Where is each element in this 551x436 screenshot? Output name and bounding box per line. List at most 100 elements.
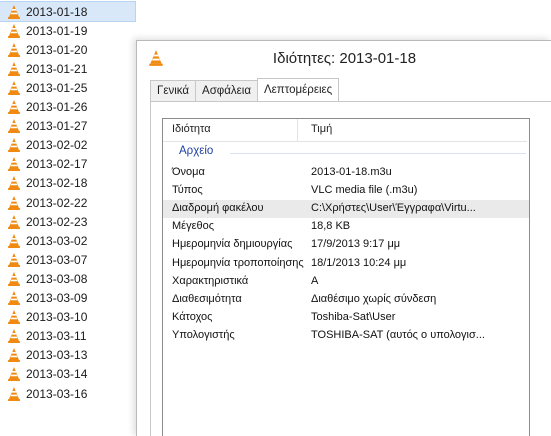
property-name: Διαθεσιμότητα xyxy=(172,292,242,305)
file-list-item[interactable]: 2013-01-19 xyxy=(0,21,135,40)
file-name: 2013-01-20 xyxy=(26,42,88,57)
file-list-item[interactable]: 2013-02-17 xyxy=(0,155,135,174)
file-name: 2013-03-10 xyxy=(26,310,88,325)
properties-list[interactable]: Ιδιότητα Τιμή Αρχείο Όνομα 2013-01-18.m3u… xyxy=(162,118,530,436)
column-header-property[interactable]: Ιδιότητα xyxy=(172,123,211,135)
property-value: C:\Χρήστες\User\Έγγραφα\Virtu... xyxy=(311,202,476,215)
property-row[interactable]: Διαθεσιμότητα Διαθέσιμο χωρίς σύνδεση xyxy=(163,291,529,309)
file-list-item[interactable]: 2013-03-09 xyxy=(0,289,135,308)
property-value: 2013-01-18.m3u xyxy=(311,166,392,178)
file-list-item[interactable]: 2013-01-21 xyxy=(0,59,135,78)
property-name: Μέγεθος xyxy=(172,220,215,233)
file-list-item[interactable]: 2013-03-02 xyxy=(0,231,135,250)
property-value: VLC media file (.m3u) xyxy=(311,184,418,197)
vlc-cone-icon xyxy=(8,157,20,172)
tab-security[interactable]: Ασφάλεια xyxy=(195,80,258,101)
property-row[interactable]: Ημερομηνία τροποποίησης 18/1/2013 10:24 μ… xyxy=(163,255,529,273)
vlc-cone-icon xyxy=(8,310,20,325)
file-name: 2013-02-17 xyxy=(26,157,88,172)
vlc-cone-icon xyxy=(8,329,20,344)
property-name: Κάτοχος xyxy=(172,310,213,323)
vlc-cone-icon xyxy=(8,386,20,401)
file-list-item[interactable]: 2013-02-23 xyxy=(0,212,135,231)
vlc-cone-icon xyxy=(8,42,20,57)
property-name: Χαρακτηριστικά xyxy=(172,274,249,287)
vlc-cone-icon xyxy=(8,138,20,153)
property-row[interactable]: Χαρακτηριστικά A xyxy=(163,273,529,291)
file-name: 2013-01-26 xyxy=(26,100,88,114)
file-name: 2013-03-14 xyxy=(26,367,88,382)
property-row[interactable]: Μέγεθος 18,8 KB xyxy=(163,218,529,236)
file-list-item[interactable]: 2013-01-20 xyxy=(0,40,135,59)
property-row[interactable]: Όνομα 2013-01-18.m3u xyxy=(163,164,529,182)
vlc-cone-icon xyxy=(8,119,20,134)
column-header-row: Ιδιότητα Τιμή xyxy=(163,119,529,142)
file-list-item[interactable]: 2013-01-26 xyxy=(0,98,135,117)
vlc-cone-icon xyxy=(8,176,20,191)
vlc-cone-icon xyxy=(8,23,20,38)
property-value: 18/1/2013 10:24 μμ xyxy=(311,256,407,269)
file-name: 2013-01-19 xyxy=(26,23,88,38)
vlc-cone-icon xyxy=(8,271,20,286)
file-list-item[interactable]: 2013-01-18 xyxy=(0,1,136,22)
file-list-item[interactable]: 2013-02-02 xyxy=(0,136,135,155)
dialog-title: Ιδιότητες: 2013-01-18 xyxy=(272,50,417,67)
vlc-cone-icon xyxy=(8,252,20,267)
property-name: Ημερομηνία δημιουργίας xyxy=(172,238,293,251)
file-name: 2013-02-22 xyxy=(26,195,88,210)
vlc-cone-icon xyxy=(8,61,20,76)
file-list-item[interactable]: 2013-03-16 xyxy=(0,384,135,403)
property-row[interactable]: Τύπος VLC media file (.m3u) xyxy=(163,182,529,200)
column-separator[interactable] xyxy=(297,119,298,141)
property-value: Toshiba-Sat\User xyxy=(311,310,396,323)
property-row[interactable]: Διαδρομή φακέλου C:\Χρήστες\User\Έγγραφα\… xyxy=(163,200,529,219)
file-list-item[interactable]: 2013-01-27 xyxy=(0,117,135,136)
group-divider xyxy=(230,153,526,154)
file-name: 2013-01-18 xyxy=(26,4,88,19)
property-value: 17/9/2013 9:17 μμ xyxy=(311,238,401,251)
file-name: 2013-01-27 xyxy=(26,119,88,134)
file-name: 2013-03-07 xyxy=(26,252,88,267)
vlc-cone-icon xyxy=(8,4,20,19)
group-label: Αρχείο xyxy=(179,145,214,157)
file-name: 2013-02-02 xyxy=(26,138,88,153)
tab-details[interactable]: Λεπτομέρειες xyxy=(257,78,340,101)
file-name: 2013-02-18 xyxy=(26,176,88,191)
file-list-item[interactable]: 2013-03-08 xyxy=(0,269,135,288)
file-list-item[interactable]: 2013-03-14 xyxy=(0,365,135,384)
screen: 2013-01-18 2013-01-19 2013-01-20 2013-01-21… xyxy=(0,0,551,436)
property-name: Υπολογιστής xyxy=(172,328,235,341)
property-name: Διαδρομή φακέλου xyxy=(172,202,264,215)
file-list-item[interactable]: 2013-01-25 xyxy=(0,78,135,97)
property-name: Τύπος xyxy=(172,184,203,197)
file-name: 2013-03-08 xyxy=(26,271,88,286)
tab-general[interactable]: Γενικά xyxy=(150,80,197,101)
file-name: 2013-03-09 xyxy=(26,291,88,305)
property-row[interactable]: Υπολογιστής TOSHIBA-SAT (αυτός ο υπολογισ… xyxy=(163,327,529,345)
group-header: Αρχείο xyxy=(163,143,529,161)
property-row[interactable]: Κάτοχος Toshiba-Sat\User xyxy=(163,309,529,327)
file-list-item[interactable]: 2013-03-11 xyxy=(0,327,135,346)
file-list-item[interactable]: 2013-03-13 xyxy=(0,346,135,365)
details-panel: Ιδιότητα Τιμή Αρχείο Όνομα 2013-01-18.m3u… xyxy=(150,101,551,436)
vlc-cone-icon xyxy=(8,100,20,114)
dialog-titlebar[interactable]: Ιδιότητες: 2013-01-18 xyxy=(137,41,551,78)
file-list-item[interactable]: 2013-03-10 xyxy=(0,308,135,327)
file-name: 2013-01-25 xyxy=(26,80,88,95)
vlc-cone-icon xyxy=(8,348,20,363)
properties-dialog: Ιδιότητες: 2013-01-18 Γενικά Ασφάλεια Λεπτ… xyxy=(136,40,551,436)
vlc-cone-icon xyxy=(8,214,20,229)
column-header-value[interactable]: Τιμή xyxy=(311,123,332,135)
property-value: TOSHIBA-SAT (αυτός ο υπολογισ... xyxy=(311,328,485,341)
property-name: Όνομα xyxy=(172,166,205,178)
file-list-item[interactable]: 2013-03-07 xyxy=(0,250,135,269)
property-value: Διαθέσιμο χωρίς σύνδεση xyxy=(311,292,437,305)
file-name: 2013-01-21 xyxy=(26,61,88,76)
vlc-cone-icon xyxy=(8,195,20,210)
property-row[interactable]: Ημερομηνία δημιουργίας 17/9/2013 9:17 μμ xyxy=(163,236,529,254)
file-list-item[interactable]: 2013-02-18 xyxy=(0,174,135,193)
file-name: 2013-03-13 xyxy=(26,348,88,363)
file-list-item[interactable]: 2013-02-22 xyxy=(0,193,135,212)
vlc-cone-icon xyxy=(8,291,20,305)
property-value: 18,8 KB xyxy=(311,220,351,233)
